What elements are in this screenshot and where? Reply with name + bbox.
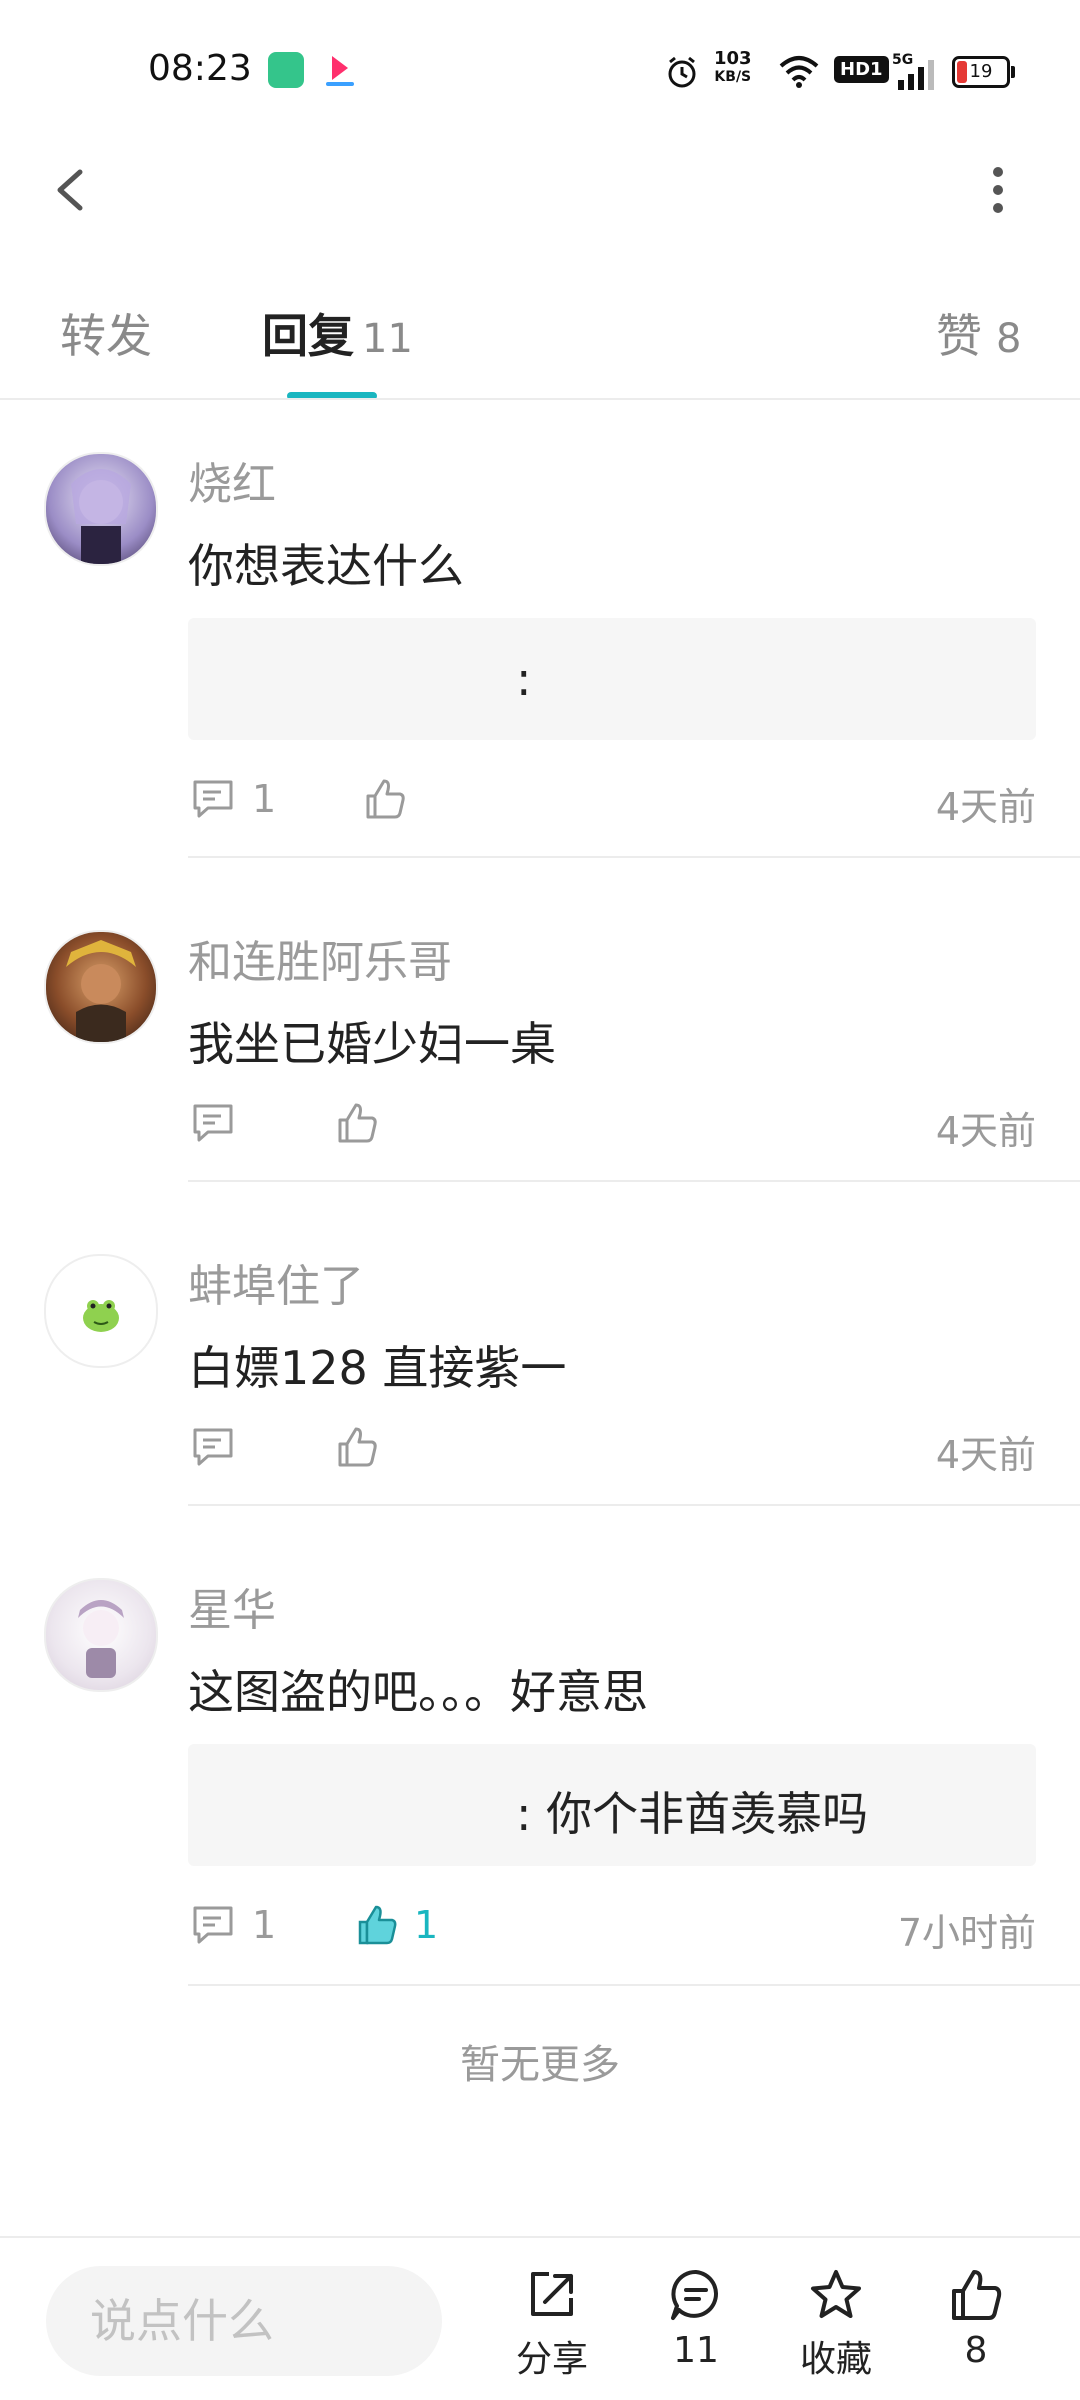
- avatar[interactable]: [44, 452, 158, 566]
- comment-count: 11: [673, 2330, 719, 2371]
- battery-app-notification-icon: [268, 52, 304, 88]
- divider: [188, 1180, 1080, 1182]
- replies-count: 11: [362, 316, 413, 362]
- timestamp: 4天前: [935, 1109, 1036, 1153]
- divider: [0, 2236, 1080, 2238]
- video-app-notification-icon: [326, 56, 354, 86]
- likes-count: 8: [996, 316, 1022, 362]
- username[interactable]: 蚌埠住了: [188, 1250, 364, 1314]
- comment-icon: [193, 780, 233, 818]
- tab-likes[interactable]: 赞8: [936, 300, 1021, 366]
- quoted-reply-text: :: [516, 652, 532, 706]
- reply-button[interactable]: [190, 1100, 236, 1146]
- comment-text: 你想表达什么: [188, 539, 464, 593]
- more-options-icon[interactable]: [968, 160, 1028, 220]
- comment-text: 白嫖128 直接紫一: [188, 1341, 567, 1395]
- quoted-reply[interactable]: :: [188, 618, 1036, 740]
- thumbs-up-icon: [338, 1103, 377, 1143]
- divider: [0, 398, 1080, 400]
- thumbs-up-icon: [338, 1427, 377, 1467]
- comment-input[interactable]: 说点什么: [46, 2266, 442, 2376]
- tab-forward[interactable]: 转发: [60, 300, 152, 366]
- thumbs-up-icon: [952, 2270, 1002, 2320]
- share-button[interactable]: 分享: [492, 2266, 612, 2382]
- comment-text: 这图盗的吧。。。好意思: [188, 1665, 648, 1719]
- comment-icon: [193, 1104, 233, 1142]
- thumbs-up-icon: [366, 779, 405, 819]
- reply-button[interactable]: 1: [190, 1902, 276, 1948]
- like-count: 1: [414, 1903, 439, 1947]
- signal-strength-icon: [898, 60, 934, 90]
- comment-bubble-icon: [671, 2269, 718, 2320]
- like-button[interactable]: [334, 1100, 380, 1146]
- avatar-illustration: [66, 940, 136, 1042]
- quoted-reply-text: : 你个非酋羡慕吗: [516, 1787, 869, 1841]
- battery-indicator: 19: [952, 56, 1015, 88]
- avatar[interactable]: [44, 1578, 158, 1692]
- comment-text: 我坐已婚少妇一桌: [188, 1017, 556, 1071]
- favorite-button[interactable]: 收藏: [776, 2266, 896, 2382]
- thumbs-up-filled-icon: [358, 1905, 397, 1945]
- username[interactable]: 星华: [188, 1574, 276, 1638]
- username[interactable]: 烧红: [188, 448, 276, 512]
- comments-button[interactable]: 11: [636, 2266, 756, 2371]
- reply-count: 1: [252, 1903, 277, 1947]
- avatar-illustration: [78, 1600, 124, 1678]
- divider: [188, 1504, 1080, 1506]
- no-more-label: 暂无更多: [460, 2042, 620, 2088]
- favorite-label: 收藏: [799, 2339, 872, 2380]
- frog-avatar-icon: [83, 1300, 119, 1332]
- avatar[interactable]: [44, 930, 158, 1044]
- avatar[interactable]: [44, 1254, 158, 1368]
- like-button[interactable]: 1: [354, 1902, 438, 1948]
- timestamp: 4天前: [935, 1433, 1036, 1477]
- like-post-button[interactable]: 8: [916, 2266, 1036, 2371]
- share-label: 分享: [515, 2339, 588, 2380]
- like-button[interactable]: [334, 1424, 380, 1470]
- reply-button[interactable]: 1: [190, 776, 276, 822]
- network-speed: 103 KB/S: [714, 48, 752, 86]
- back-arrow-icon[interactable]: [40, 160, 100, 220]
- alarm-icon: [668, 56, 696, 88]
- username[interactable]: 和连胜阿乐哥: [188, 926, 452, 990]
- avatar-illustration: [71, 469, 131, 564]
- timestamp: 4天前: [935, 785, 1036, 829]
- comment-icon: [193, 1428, 233, 1466]
- like-button[interactable]: [362, 776, 408, 822]
- share-icon: [531, 2272, 573, 2316]
- star-icon: [811, 2270, 861, 2318]
- reply-count: 1: [252, 777, 277, 821]
- comment-icon: [193, 1906, 233, 1944]
- timestamp: 7小时前: [897, 1911, 1036, 1955]
- hd-voice-badge: HD1: [834, 56, 889, 83]
- status-time: 08:23: [148, 48, 252, 89]
- reply-button[interactable]: [190, 1424, 236, 1470]
- wifi-icon: [779, 56, 819, 88]
- post-like-count: 8: [964, 2330, 988, 2371]
- divider: [188, 856, 1080, 858]
- quoted-reply[interactable]: : 你个非酋羡慕吗: [188, 1744, 1036, 1866]
- divider: [188, 1984, 1080, 1986]
- tab-replies[interactable]: 回复 11: [262, 300, 413, 366]
